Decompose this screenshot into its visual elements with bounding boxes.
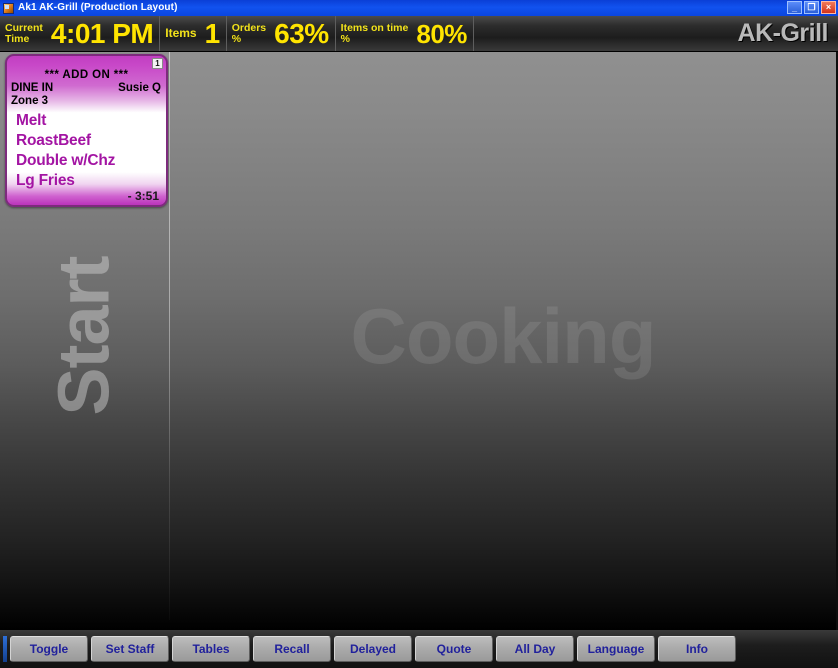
order-ticket[interactable]: 1 *** ADD ON *** DINE IN Susie Q Zone 3 … [5, 54, 168, 207]
stat-items-on-time-label: Items on time % [340, 21, 409, 45]
restore-button[interactable]: ❐ [804, 1, 819, 14]
status-header-bar: Current Time 4:01 PM Items 1 Orders % 63… [0, 16, 838, 52]
brand-area: AK-Grill [474, 16, 838, 51]
ticket-order-type: DINE IN [11, 82, 54, 94]
ticket-item[interactable]: RoastBeef [16, 131, 166, 151]
stat-current-time-value: 4:01 PM [50, 17, 154, 49]
cooking-column-watermark: Cooking [170, 52, 836, 620]
stat-items-on-time-value: 80% [416, 18, 467, 49]
ticket-item[interactable]: Lg Fries [16, 171, 166, 191]
ticket-server-name: Susie Q [118, 82, 161, 94]
ticket-item[interactable]: Double w/Chz [16, 151, 166, 171]
toggle-button[interactable]: Toggle [10, 636, 88, 662]
ticket-item-list: Melt RoastBeef Double w/Chz Lg Fries [7, 107, 166, 191]
all-day-button[interactable]: All Day [496, 636, 574, 662]
close-icon: × [825, 2, 832, 12]
set-staff-button[interactable]: Set Staff [91, 636, 169, 662]
window-controls: _ ❐ × [787, 1, 836, 14]
ticket-timer: - 3:51 [127, 189, 159, 203]
stat-orders-percent-label: Orders % [231, 21, 267, 45]
ticket-item[interactable]: Melt [16, 111, 166, 131]
ticket-zone: Zone 3 [11, 95, 49, 107]
quote-button[interactable]: Quote [415, 636, 493, 662]
stat-current-time-label: Current Time [5, 21, 43, 45]
ticket-addon-banner: *** ADD ON *** [44, 69, 129, 81]
order-workspace: Start Cooking 1 *** ADD ON *** DINE IN S… [0, 52, 838, 630]
function-button-bar: Toggle Set Staff Tables Recall Delayed Q… [0, 630, 838, 668]
kds-application-window: Ak1 AK-Grill (Production Layout) _ ❐ × C… [0, 0, 838, 668]
stat-items: Items 1 [160, 16, 227, 51]
info-button[interactable]: Info [658, 636, 736, 662]
app-icon [3, 2, 14, 14]
stat-current-time: Current Time 4:01 PM [0, 16, 161, 51]
ticket-header-row: DINE IN Susie Q [7, 81, 166, 94]
recall-button[interactable]: Recall [253, 636, 331, 662]
button-bar-accent [3, 636, 7, 662]
tables-button[interactable]: Tables [172, 636, 250, 662]
window-title-bar: Ak1 AK-Grill (Production Layout) _ ❐ × [0, 0, 838, 16]
brand-name: AK-Grill [737, 19, 829, 47]
start-watermark-label: Start [44, 256, 125, 416]
cooking-watermark-label: Cooking [350, 291, 657, 380]
window-title: Ak1 AK-Grill (Production Layout) [18, 2, 178, 13]
stat-items-label: Items [165, 26, 197, 40]
stat-items-on-time-percent: Items on time % 80% [336, 16, 474, 51]
minimize-icon: _ [791, 3, 797, 13]
stat-items-value: 1 [204, 17, 221, 49]
delayed-button[interactable]: Delayed [334, 636, 412, 662]
close-button[interactable]: × [821, 1, 836, 14]
column-divider [169, 52, 170, 620]
ticket-badge: 1 [152, 58, 163, 69]
stat-orders-percent: Orders % 63% [227, 16, 336, 51]
language-button[interactable]: Language [577, 636, 655, 662]
restore-icon: ❐ [807, 2, 816, 12]
stat-orders-percent-value: 63% [274, 17, 329, 49]
minimize-button[interactable]: _ [787, 1, 802, 14]
